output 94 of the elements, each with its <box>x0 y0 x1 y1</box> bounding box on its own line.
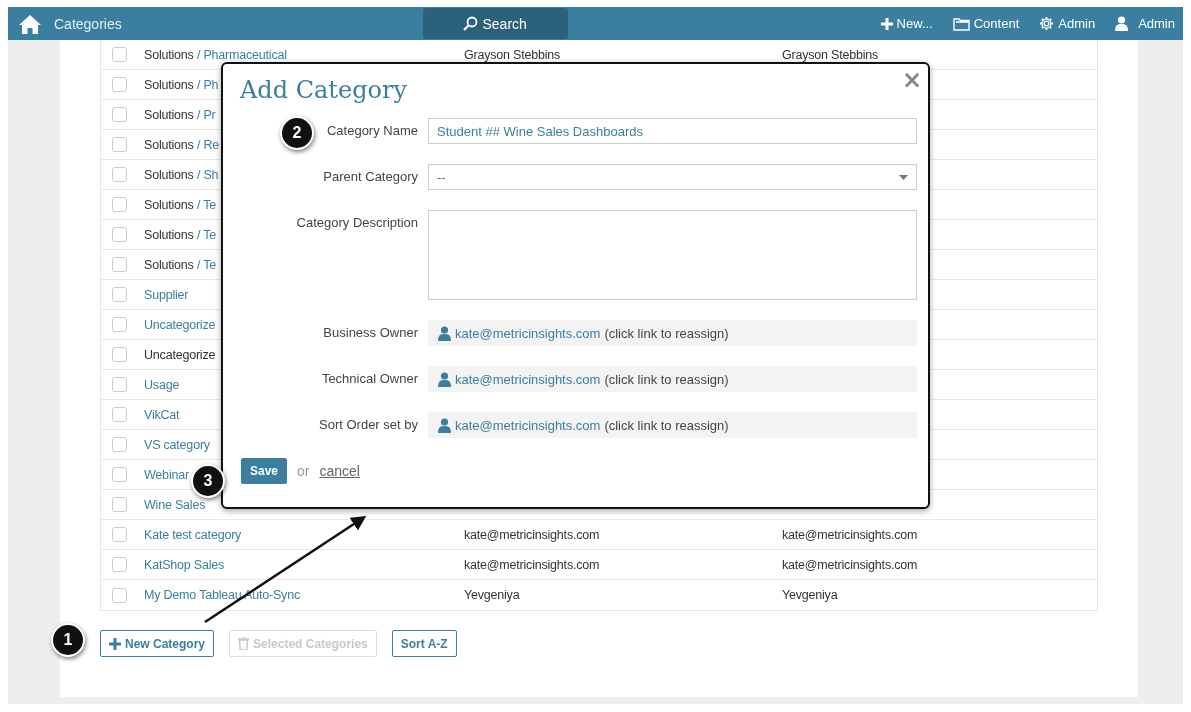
description-field[interactable] <box>428 210 917 300</box>
hint-text: (click link to reassign) <box>604 371 729 387</box>
category-name-field[interactable]: Student ## Wine Sales Dashboards <box>428 118 917 144</box>
nav-item[interactable]: Admin <box>1039 16 1096 31</box>
search-button[interactable]: Search <box>422 8 568 39</box>
nav-item[interactable]: Content <box>952 16 1020 31</box>
category-link[interactable]: Wine Sales <box>144 497 206 512</box>
user-icon <box>438 325 451 341</box>
category-link[interactable]: / Sh <box>196 167 219 182</box>
category-parent: Solutions <box>144 77 194 92</box>
checkbox[interactable] <box>112 257 127 272</box>
category-link[interactable]: / Te <box>196 257 217 272</box>
checkbox[interactable] <box>112 497 127 512</box>
plus-icon <box>880 17 893 30</box>
field-label: Category Description <box>296 215 418 230</box>
close-button[interactable]: × <box>901 66 922 94</box>
checkbox[interactable] <box>112 317 127 332</box>
checkbox[interactable] <box>112 137 127 152</box>
category-parent: Solutions <box>144 257 194 272</box>
user-icon <box>1115 16 1129 31</box>
checkbox[interactable] <box>112 587 127 603</box>
plus-icon <box>109 637 121 650</box>
user-icon <box>438 417 451 433</box>
category-link[interactable]: VS category <box>144 437 210 452</box>
checkbox[interactable] <box>112 77 127 92</box>
action-button[interactable]: Sort A-Z <box>391 630 457 657</box>
category-link[interactable]: / Re <box>196 137 220 152</box>
category-link[interactable]: VikCat <box>144 407 180 422</box>
user-link[interactable]: kate@metricinsights.com <box>455 325 601 341</box>
checkbox[interactable] <box>112 167 127 182</box>
category-link[interactable]: Webinar <box>144 467 189 482</box>
checkbox[interactable] <box>112 107 127 122</box>
category-link[interactable]: / Pr <box>196 107 216 122</box>
table-cell: kate@metricinsights.com <box>782 527 918 542</box>
checkbox[interactable] <box>112 347 127 362</box>
category-link[interactable]: KatShop Sales <box>144 557 225 572</box>
checkbox[interactable] <box>112 287 127 302</box>
checkbox[interactable] <box>112 437 127 452</box>
checkbox[interactable] <box>112 467 127 482</box>
dialog-title: Add Category <box>240 76 408 104</box>
category-link[interactable]: Kate test category <box>144 527 242 542</box>
checkbox[interactable] <box>112 377 127 392</box>
category-parent: Solutions <box>144 47 194 62</box>
category-parent: Solutions <box>144 167 194 182</box>
table-cell: kate@metricinsights.com <box>782 557 918 572</box>
field-label: Sort Order set by <box>319 417 418 432</box>
or-text: or <box>297 463 310 479</box>
field-label: Technical Owner <box>321 371 418 386</box>
parent-category-dropdown[interactable]: -- <box>428 164 917 190</box>
table-cell: kate@metricinsights.com <box>464 527 600 542</box>
checkbox[interactable] <box>112 407 127 422</box>
trash-icon <box>238 637 250 650</box>
category-link[interactable]: / Ph <box>196 77 219 92</box>
table-cell: Grayson Stebbins <box>782 47 879 62</box>
category-parent: Solutions <box>144 227 194 242</box>
table-cell: Yevgeniya <box>782 588 838 602</box>
hint-text: (click link to reassign) <box>604 417 729 433</box>
folder-icon <box>952 16 970 31</box>
table-cell: kate@metricinsights.com <box>464 557 600 572</box>
action-button[interactable]: New Category <box>100 630 215 657</box>
category-link[interactable]: / Pharmaceutical <box>196 47 287 62</box>
user-link[interactable]: kate@metricinsights.com <box>455 371 601 387</box>
caret-icon <box>899 174 908 180</box>
category-link[interactable]: Uncategorize <box>144 317 216 332</box>
category-link[interactable]: Usage <box>144 377 180 392</box>
category-parent: Solutions <box>144 107 194 122</box>
category-link[interactable]: Supplier <box>144 287 189 302</box>
field-label: Business Owner <box>323 325 418 340</box>
nav-item[interactable]: Admin <box>1115 16 1175 31</box>
checkbox[interactable] <box>112 47 127 62</box>
field-label: Parent Category <box>323 169 418 184</box>
gear-icon <box>1039 16 1055 31</box>
home-icon[interactable] <box>18 13 42 34</box>
search-icon <box>463 16 479 31</box>
category-link[interactable]: / Te <box>196 197 217 212</box>
checkbox[interactable] <box>112 227 127 242</box>
category-parent: Uncategorize <box>144 347 216 362</box>
checkbox[interactable] <box>112 557 127 572</box>
checkbox[interactable] <box>112 527 127 542</box>
user-icon <box>438 371 451 387</box>
field-label: Category Name <box>326 123 418 138</box>
category-link[interactable]: / Te <box>196 227 217 242</box>
hint-text: (click link to reassign) <box>604 325 729 341</box>
checkbox[interactable] <box>112 197 127 212</box>
table-cell: Grayson Stebbins <box>464 47 561 62</box>
page-title: Categories <box>54 15 122 32</box>
user-link[interactable]: kate@metricinsights.com <box>455 417 601 433</box>
save-button[interactable]: Save <box>241 458 287 484</box>
category-parent: Solutions <box>144 197 194 212</box>
nav-item[interactable]: New... <box>880 16 933 31</box>
category-parent: Solutions <box>144 137 194 152</box>
category-link[interactable]: My Demo Tableau Auto-Sync <box>144 588 300 602</box>
table-cell: Yevgeniya <box>464 588 520 602</box>
cancel-link[interactable]: cancel <box>319 463 360 479</box>
